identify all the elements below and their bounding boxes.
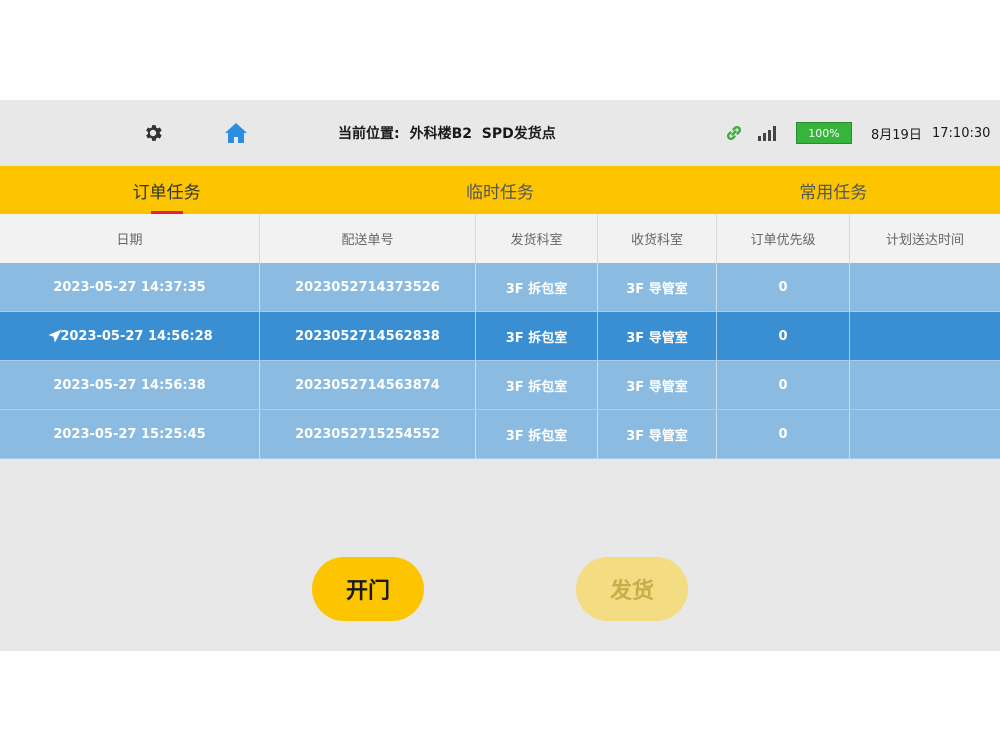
table-row[interactable]: 2023-05-27 14:37:35 2023052714373526 3F … [0,263,1000,312]
tab-common-tasks[interactable]: 常用任务 [667,166,1000,214]
cell-date-text: 2023-05-27 14:56:28 [60,328,213,344]
link-icon [724,100,744,166]
cell-planned-time [850,410,1000,458]
column-header-to-dept: 收货科室 [598,214,717,263]
cell-planned-time [850,312,1000,360]
cell-to-dept: 3F 导管室 [598,410,717,458]
cell-order-no: 2023052715254552 [260,410,476,458]
cell-to-dept: 3F 导管室 [598,263,717,311]
date-display: 8月19日 [871,127,922,143]
cell-date: 2023-05-27 14:37:35 [0,263,260,311]
cell-priority: 0 [717,263,850,311]
send-icon [48,329,62,343]
status-bar: 当前位置: 外科楼B2 SPD发货点 100% 8月19日 17:10:30 [0,100,1000,166]
battery-indicator: 100% [796,100,852,166]
cell-date: 2023-05-27 15:25:45 [0,410,260,458]
cell-from-dept: 3F 拆包室 [476,410,598,458]
column-header-priority: 订单优先级 [717,214,850,263]
cell-planned-time [850,361,1000,409]
cell-order-no: 2023052714373526 [260,263,476,311]
cell-from-dept: 3F 拆包室 [476,312,598,360]
column-header-planned-time: 计划送达时间 [885,233,964,248]
battery-level: 100% [796,122,852,144]
column-header-date: 日期 [0,214,260,263]
table-row[interactable]: 2023-05-27 15:25:45 2023052715254552 3F … [0,410,1000,459]
cell-from-dept: 3F 拆包室 [476,361,598,409]
signal-icon [756,100,778,166]
order-table: 日期 配送单号 发货科室 收货科室 订单优先级 计划送达时间 2023-05-2… [0,214,1000,459]
column-header-order-no: 配送单号 [260,214,476,263]
cell-order-no: 2023052714563874 [260,361,476,409]
task-tabs: 订单任务 临时任务 常用任务 [0,166,1000,214]
location-label: 当前位置: [338,126,400,142]
cell-to-dept: 3F 导管室 [598,312,717,360]
table-row-selected[interactable]: 2023-05-27 14:56:28 2023052714562838 3F … [0,312,1000,361]
tab-temporary-tasks[interactable]: 临时任务 [333,166,666,214]
ship-button[interactable]: 发货 [576,557,688,621]
home-icon[interactable] [222,100,250,166]
cell-from-dept: 3F 拆包室 [476,263,598,311]
cell-to-dept: 3F 导管室 [598,361,717,409]
app-screen: 当前位置: 外科楼B2 SPD发货点 100% 8月19日 17:10:30 订… [0,100,1000,651]
cell-order-no: 2023052714562838 [260,312,476,360]
cell-date: 2023-05-27 14:56:28 [0,312,260,360]
tab-label: 常用任务 [799,182,868,203]
location-value: 外科楼B2 SPD发货点 [409,126,556,142]
cell-priority: 0 [717,361,850,409]
tab-order-tasks[interactable]: 订单任务 [0,166,333,214]
table-row[interactable]: 2023-05-27 14:56:38 2023052714563874 3F … [0,361,1000,410]
cell-priority: 0 [717,312,850,360]
column-header-from-dept: 发货科室 [476,214,598,263]
gear-icon[interactable] [140,100,166,166]
table-header: 日期 配送单号 发货科室 收货科室 订单优先级 计划送达时间 [0,214,1000,263]
tab-label: 临时任务 [465,182,534,203]
cell-planned-time [850,263,1000,311]
tab-label: 订单任务 [132,182,201,203]
open-door-button[interactable]: 开门 [312,557,424,621]
time-display: 17:10:30 [932,125,991,141]
cell-priority: 0 [717,410,850,458]
current-location: 当前位置: 外科楼B2 SPD发货点 [338,100,556,166]
cell-date: 2023-05-27 14:56:38 [0,361,260,409]
